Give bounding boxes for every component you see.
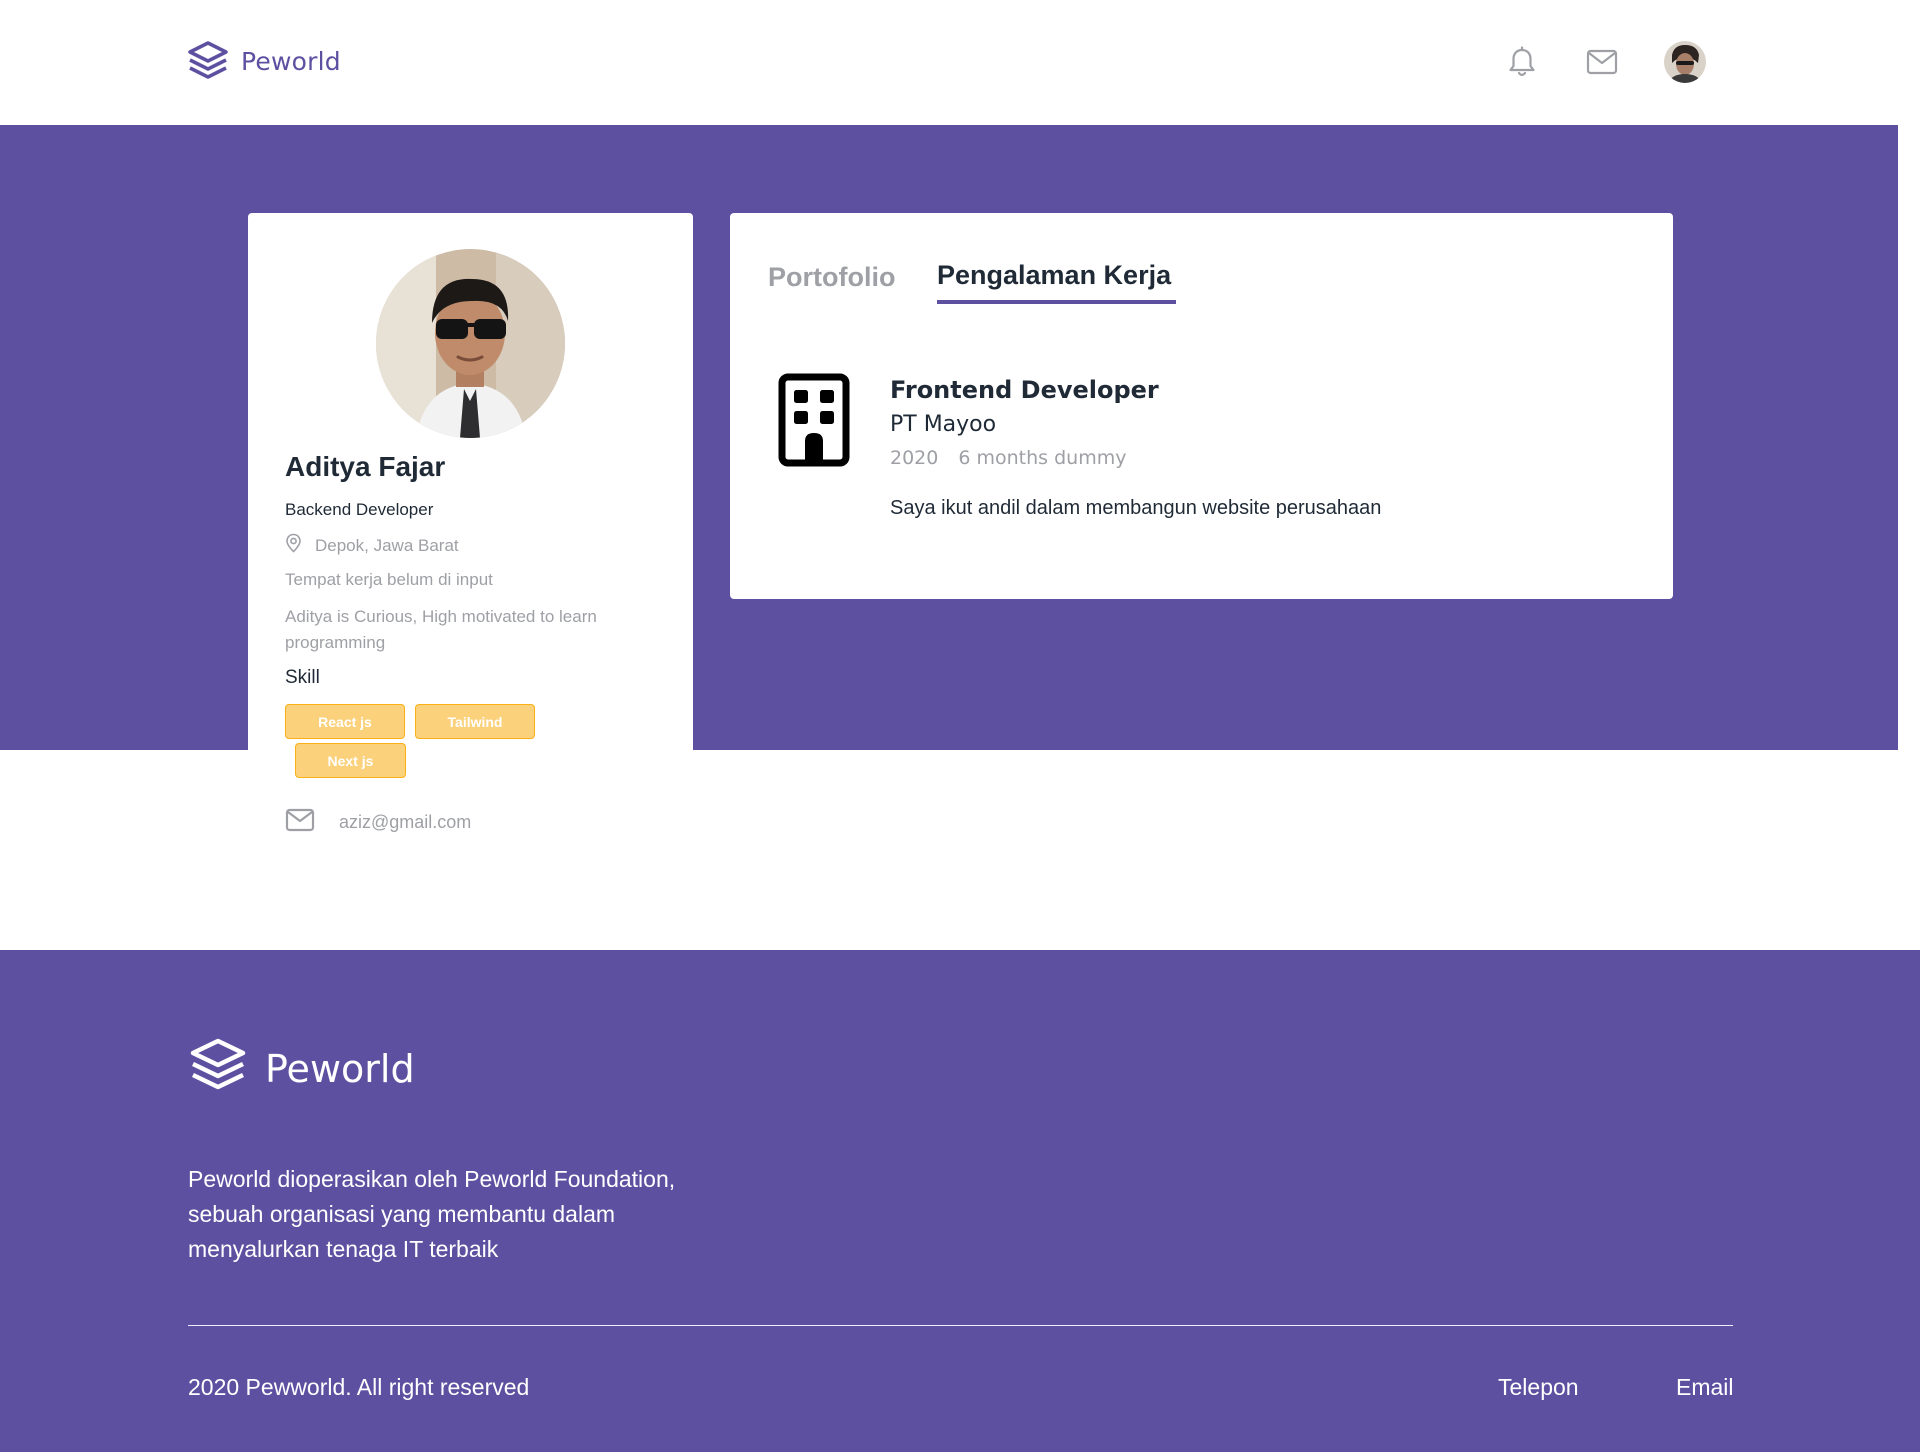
profile-workplace: Tempat kerja belum di input — [285, 570, 493, 589]
tab-work-experience[interactable]: Pengalaman Kerja — [937, 260, 1171, 291]
footer-description: Peworld dioperasikan oleh Peworld Founda… — [188, 1166, 676, 1262]
experience-meta: 2020 6 months dummy — [890, 447, 1126, 469]
footer-brand-name: Peworld — [265, 1046, 415, 1091]
map-pin-icon — [285, 533, 302, 558]
navbar: Peworld — [0, 0, 1920, 125]
mail-icon — [285, 808, 315, 837]
navbar-actions — [1500, 40, 1706, 84]
navbar-brand[interactable]: Peworld — [186, 40, 341, 82]
building-icon — [778, 373, 850, 467]
footer-copyright: 2020 Pewworld. All right reserved — [188, 1374, 530, 1400]
profile-role: Backend Developer — [285, 500, 434, 519]
footer-link-phone[interactable]: Telepon — [1498, 1374, 1579, 1401]
peworld-logo-icon — [188, 1037, 248, 1100]
mail-icon[interactable] — [1580, 40, 1624, 84]
user-avatar[interactable] — [1664, 41, 1706, 83]
profile-bio: Aditya is Curious, High motivated to lea… — [285, 607, 597, 652]
skill-chip[interactable]: Next js — [295, 743, 406, 778]
footer-link-email[interactable]: Email — [1676, 1374, 1734, 1401]
peworld-logo-icon — [186, 40, 230, 82]
skill-chip[interactable]: React js — [285, 704, 405, 739]
brand-name: Peworld — [241, 46, 341, 76]
footer-brand[interactable]: Peworld — [188, 1037, 415, 1100]
experience-company: PT Mayoo — [890, 412, 997, 437]
experience-position: Frontend Developer — [890, 376, 1159, 404]
tab-portfolio[interactable]: Portofolio — [768, 262, 895, 293]
profile-location: Depok, Jawa Barat — [285, 533, 459, 558]
active-tab-indicator — [937, 300, 1176, 304]
skill-heading: Skill — [285, 667, 320, 688]
profile-photo — [376, 249, 565, 438]
experience-year: 2020 — [890, 447, 939, 469]
profile-name: Aditya Fajar — [285, 451, 446, 482]
bell-icon[interactable] — [1500, 40, 1544, 84]
footer-divider — [188, 1325, 1733, 1326]
email-text: aziz@gmail.com — [339, 812, 472, 832]
skill-chip[interactable]: Tailwind — [415, 704, 535, 739]
location-text: Depok, Jawa Barat — [315, 535, 459, 555]
experience-description: Saya ikut andil dalam membangun website … — [890, 497, 1382, 519]
profile-email[interactable]: aziz@gmail.com — [285, 808, 471, 837]
experience-duration: 6 months dummy — [958, 447, 1127, 469]
